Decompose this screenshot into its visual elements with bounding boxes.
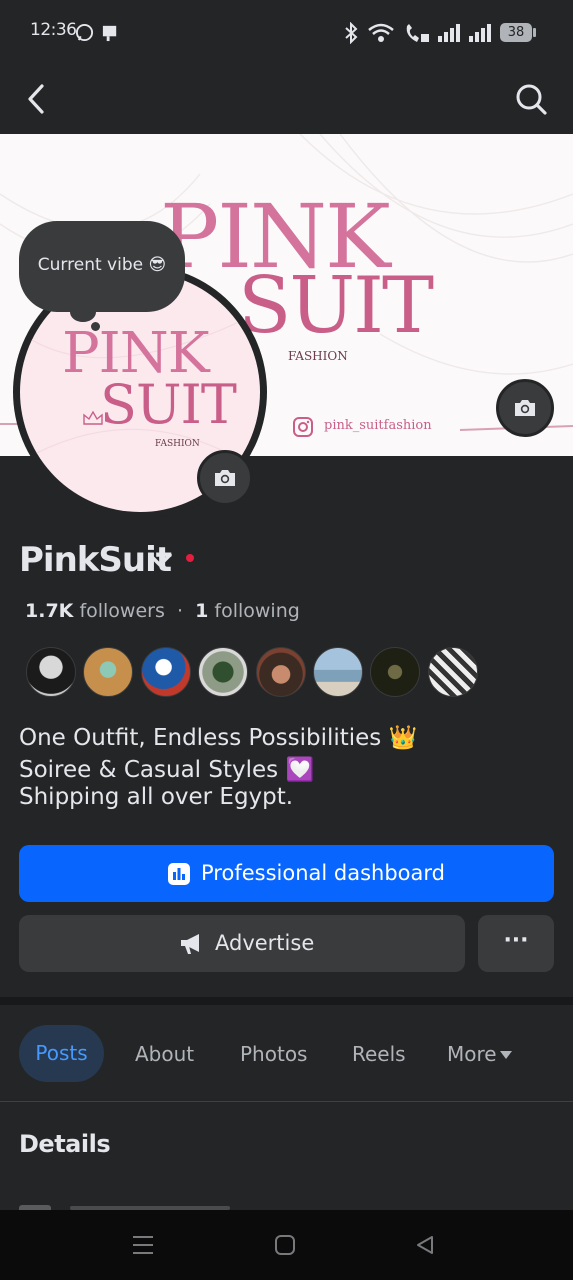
professional-dashboard-button[interactable]: Professional dashboard xyxy=(19,845,554,902)
edit-cover-button[interactable] xyxy=(496,379,554,437)
follow-stats[interactable]: 1.7K followers · 1 following xyxy=(25,600,300,622)
signal-2-icon xyxy=(469,24,491,42)
follower-avatar[interactable] xyxy=(198,647,248,697)
follower-avatar[interactable] xyxy=(370,647,420,697)
instagram-icon xyxy=(293,417,313,437)
following-label: following xyxy=(214,600,300,622)
megaphone-icon xyxy=(181,934,199,954)
wifi-call-icon xyxy=(406,24,429,42)
search-icon[interactable] xyxy=(514,82,548,116)
section-divider xyxy=(0,997,573,1005)
avatar-brand-sub: FASHION xyxy=(155,439,200,449)
following-count: 1 xyxy=(195,600,209,622)
chevron-down-icon[interactable] xyxy=(146,550,174,570)
dashboard-icon xyxy=(168,863,190,885)
more-options-button[interactable]: ··· xyxy=(478,915,554,972)
tab-photos[interactable]: Photos xyxy=(240,1042,307,1072)
follower-avatar[interactable] xyxy=(83,647,133,697)
tab-about[interactable]: About xyxy=(135,1042,194,1072)
follower-avatar[interactable] xyxy=(141,647,191,697)
advertise-label: Advertise xyxy=(215,931,315,955)
more-options-icon: ··· xyxy=(503,928,529,953)
avatar-brand-line2: SUIT xyxy=(100,373,237,436)
bluetooth-icon xyxy=(345,22,358,44)
details-heading: Details xyxy=(19,1130,111,1158)
bio-line: One Outfit, Endless Possibilities 👑 xyxy=(19,725,418,751)
tab-posts-label: Posts xyxy=(35,1041,88,1065)
tab-posts[interactable]: Posts xyxy=(19,1025,104,1082)
followers-count: 1.7K xyxy=(25,600,74,622)
camera-icon xyxy=(515,400,535,416)
cover-brand-line2: SUIT xyxy=(238,261,434,351)
professional-dashboard-label: Professional dashboard xyxy=(201,861,445,885)
whatsapp-icon xyxy=(75,23,94,42)
note-bubble-tail-large xyxy=(70,302,96,322)
crown-icon xyxy=(83,410,103,425)
status-time: 12:36 xyxy=(30,20,77,40)
dot-separator: · xyxy=(170,600,190,622)
system-navigation-bar xyxy=(0,1210,573,1280)
tab-more[interactable]: More xyxy=(447,1042,497,1072)
bio-line: Shipping all over Egypt. xyxy=(19,784,294,810)
followers-label: followers xyxy=(79,600,165,622)
follower-avatar[interactable] xyxy=(26,647,76,697)
signal-1-icon xyxy=(438,24,460,42)
battery-icon: 38 xyxy=(500,23,532,42)
back-nav-icon[interactable] xyxy=(414,1234,436,1256)
tab-reels[interactable]: Reels xyxy=(352,1042,406,1072)
note-bubble[interactable]: Current vibe 😎 xyxy=(19,221,185,312)
bio-line: Soiree & Casual Styles 💟 xyxy=(19,757,315,783)
instagram-handle: pink_suitfashion xyxy=(324,418,432,433)
caret-down-icon xyxy=(500,1051,512,1059)
edit-avatar-button[interactable] xyxy=(197,450,253,506)
follower-avatar[interactable] xyxy=(256,647,306,697)
camera-icon xyxy=(215,470,235,486)
home-icon[interactable] xyxy=(274,1234,296,1256)
note-text: Current vibe 😎 xyxy=(37,255,167,275)
online-dot xyxy=(186,554,194,562)
wifi-icon xyxy=(368,23,394,42)
recent-apps-icon[interactable] xyxy=(131,1234,155,1256)
battery-level: 38 xyxy=(507,25,525,40)
status-bar: 12:36 38 xyxy=(0,0,573,64)
notification-icon xyxy=(102,25,117,42)
follower-avatar[interactable] xyxy=(313,647,363,697)
back-arrow-icon[interactable] xyxy=(26,83,48,115)
advertise-button[interactable]: Advertise xyxy=(19,915,465,972)
cover-brand-sub: FASHION xyxy=(288,349,348,363)
follower-avatar[interactable] xyxy=(428,647,478,697)
app-header xyxy=(0,64,573,134)
tabs-divider xyxy=(0,1101,573,1102)
battery-tip xyxy=(533,28,536,37)
note-bubble-tail-small xyxy=(91,322,100,331)
